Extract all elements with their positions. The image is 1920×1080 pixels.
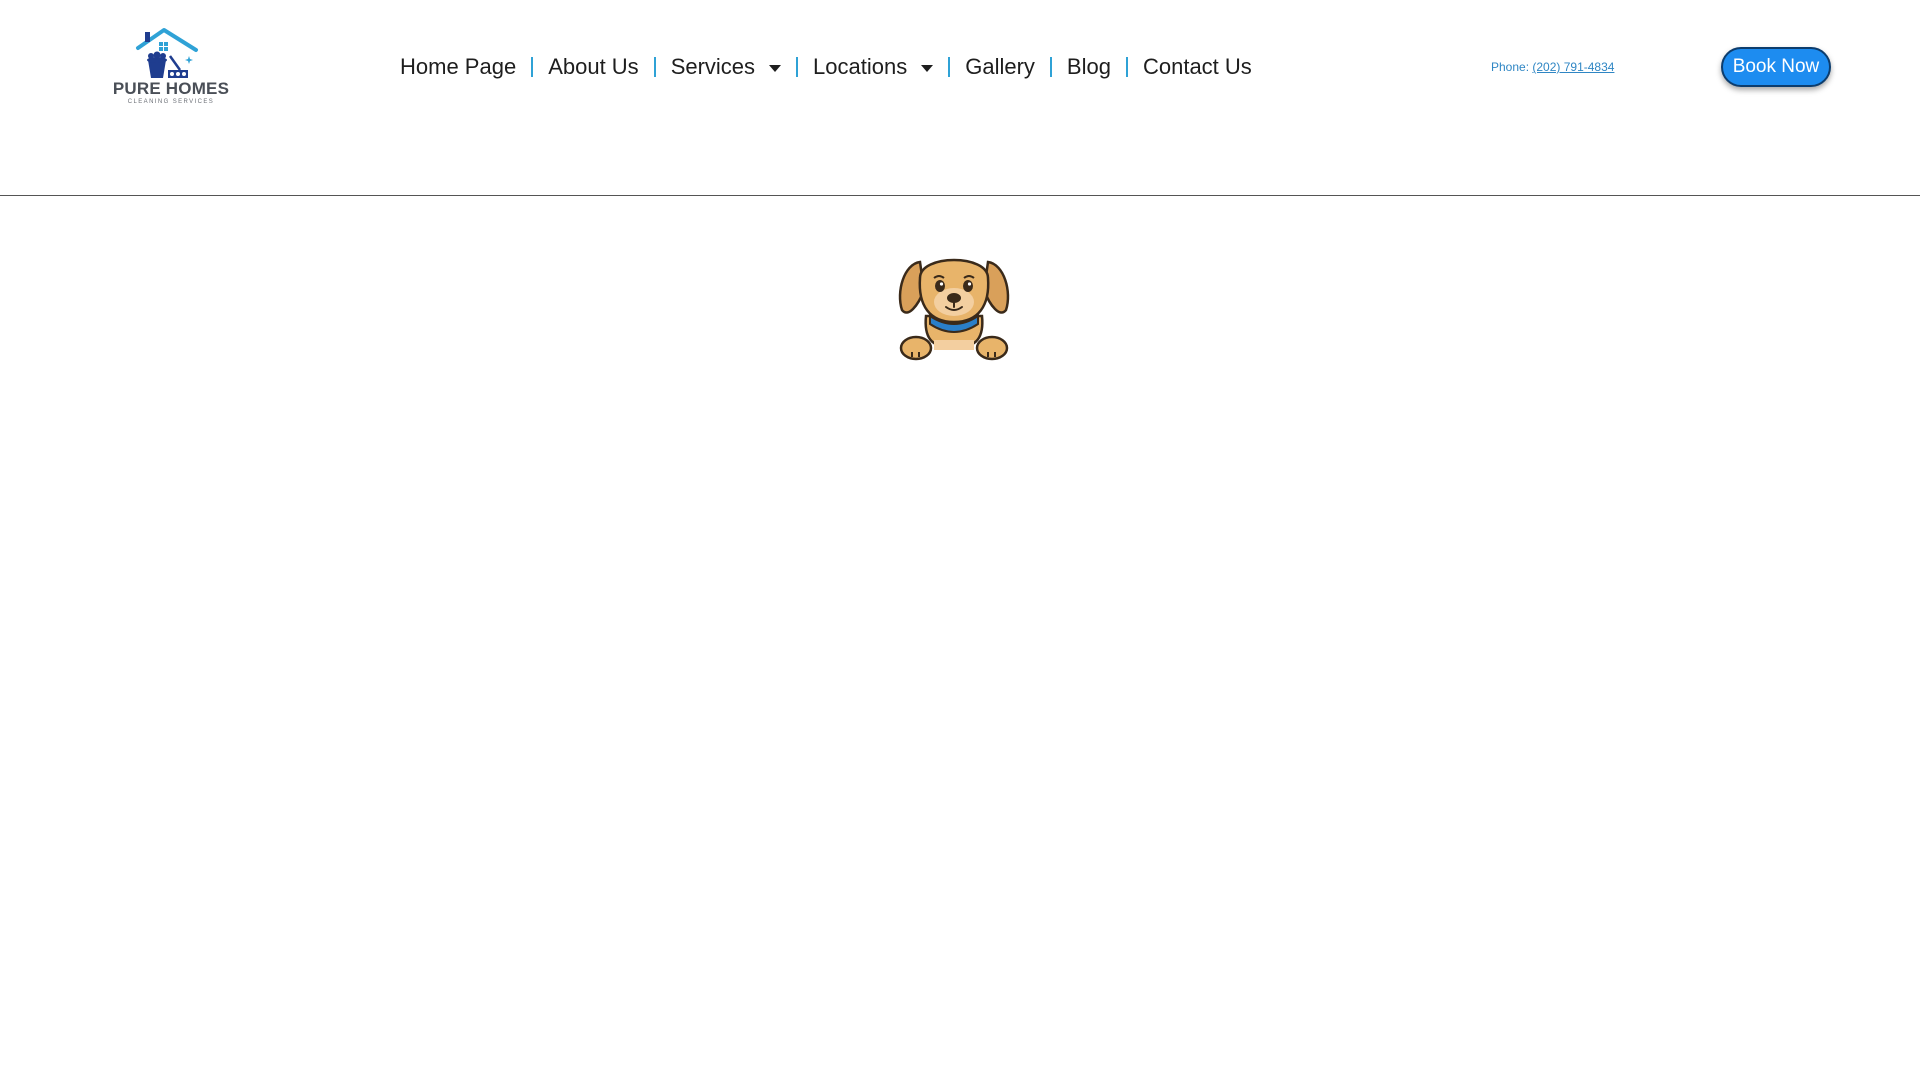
caret-down-icon[interactable] — [921, 64, 934, 72]
site-header: PURE HOMES CLEANING SERVICES Home Page A… — [0, 0, 1920, 196]
nav-item-locations[interactable]: Locations — [813, 54, 934, 80]
logo-title: PURE HOMES — [112, 79, 230, 98]
phone-link[interactable]: (202) 791-4834 — [1532, 60, 1614, 74]
nav-separator — [653, 57, 656, 77]
book-now-button[interactable]: Book Now — [1721, 47, 1831, 87]
site-logo[interactable]: PURE HOMES CLEANING SERVICES — [108, 26, 238, 110]
phone-info: Phone: (202) 791-4834 — [1491, 60, 1614, 74]
nav-separator — [1125, 57, 1128, 77]
main-nav: Home Page About Us Services Locations Ga… — [400, 50, 1252, 84]
phone-label: Phone: — [1491, 60, 1533, 74]
nav-item-label: Services — [670, 54, 756, 79]
nav-item-label: Gallery — [965, 54, 1035, 79]
nav-separator — [1049, 57, 1052, 77]
nav-item-home-page[interactable]: Home Page — [400, 54, 516, 80]
nav-separator — [531, 57, 534, 77]
nav-item-about-us[interactable]: About Us — [548, 54, 639, 80]
logo-subtitle: CLEANING SERVICES — [127, 99, 215, 105]
nav-item-label: Blog — [1066, 54, 1111, 79]
nav-separator — [948, 57, 951, 77]
nav-item-label: About Us — [548, 54, 639, 79]
nav-item-gallery[interactable]: Gallery — [965, 54, 1035, 80]
caret-down-icon[interactable] — [769, 64, 782, 72]
nav-item-services[interactable]: Services — [670, 54, 782, 80]
dog-illustration-icon — [890, 244, 1018, 364]
nav-item-blog[interactable]: Blog — [1067, 54, 1111, 80]
nav-item-label: Home Page — [400, 54, 517, 79]
nav-item-label: Locations — [813, 54, 908, 79]
nav-item-label: Contact Us — [1142, 54, 1252, 79]
nav-item-contact-us[interactable]: Contact Us — [1143, 54, 1252, 80]
nav-separator — [796, 57, 799, 77]
